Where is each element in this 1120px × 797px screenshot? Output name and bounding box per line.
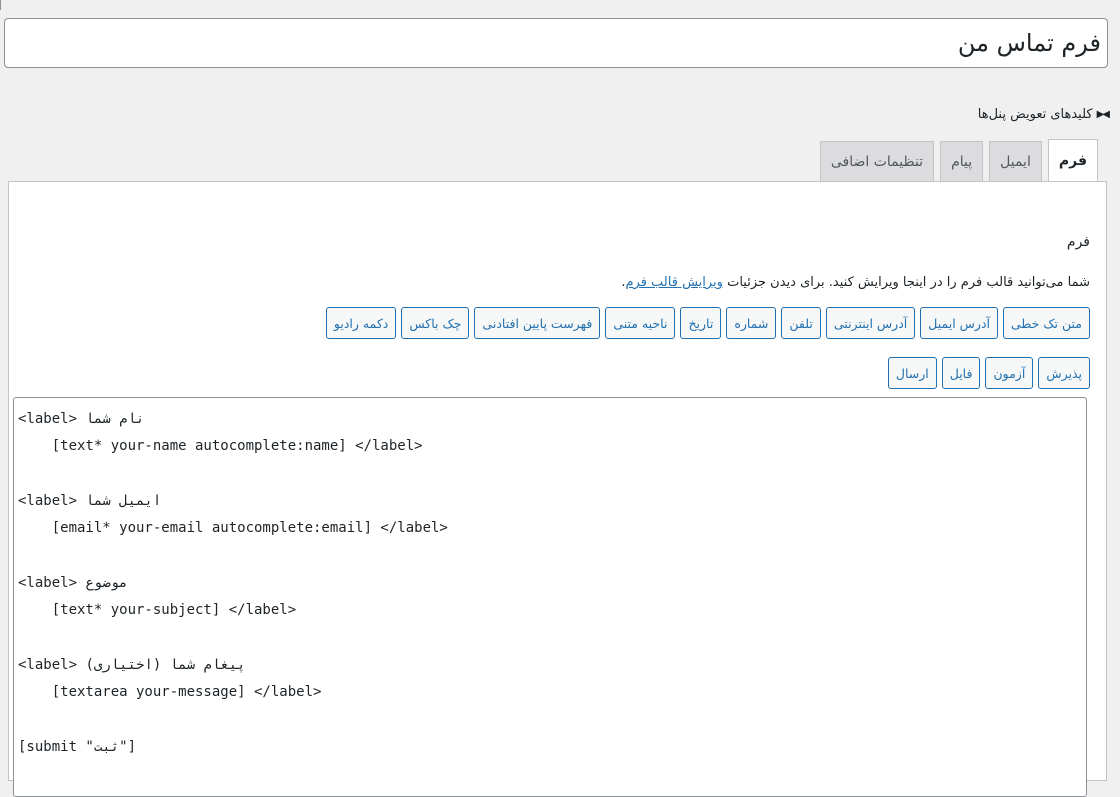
code-line: [textarea your-message] </label>	[18, 683, 322, 700]
form-title-field[interactable]	[4, 18, 1108, 68]
tab-mail[interactable]: ایمیل	[989, 141, 1042, 181]
tag-radio-button[interactable]: دکمه رادیو	[325, 307, 397, 339]
tag-email-button[interactable]: آدرس ایمیل	[920, 307, 998, 339]
tag-acceptance-button[interactable]: پذیرش	[1038, 357, 1090, 389]
form-template-editor[interactable]: <label> نام شما [text* your-name autocom…	[13, 397, 1087, 797]
tab-messages[interactable]: پیام	[940, 141, 984, 181]
form-panel: فرم شما می‌توانید قالب فرم را در اینجا و…	[8, 181, 1107, 797]
edit-form-template-link[interactable]: ویرایش قالب فرم	[625, 275, 722, 290]
tag-number-button[interactable]: شماره	[726, 307, 777, 339]
tag-file-button[interactable]: فایل	[941, 357, 981, 389]
tag-textarea-button[interactable]: ناحیه متنی	[605, 307, 676, 339]
form-title-input[interactable]	[11, 29, 1101, 57]
code-line: [email* your-email autocomplete:email] <…	[18, 520, 448, 537]
code-line: <label> موضوع	[18, 574, 128, 591]
tab-additional-settings[interactable]: تنظیمات اضافی	[819, 141, 935, 181]
top-strip	[0, 0, 1110, 10]
tag-url-button[interactable]: آدرس اینترنتی	[825, 307, 916, 339]
tag-dropdown-button[interactable]: فهرست پایین افتادنی	[474, 307, 601, 339]
left-right-arrows-icon: ◀▶	[1096, 109, 1110, 120]
tab-form[interactable]: فرم	[1047, 139, 1098, 181]
code-line: [text* your-subject] </label>	[18, 602, 297, 619]
panel-description: شما می‌توانید قالب فرم را در اینجا ویرای…	[621, 275, 1090, 290]
tag-tel-button[interactable]: تلفن	[781, 307, 821, 339]
code-line: [submit "ثبت"]	[18, 738, 137, 755]
panel-heading: فرم	[1066, 234, 1090, 250]
code-line: <label> پیغام شما (اختیاری)	[18, 656, 246, 673]
code-line: <label> ایمیل شما	[18, 492, 162, 509]
tag-checkbox-button[interactable]: چک باکس	[401, 307, 470, 339]
panel-description-text: شما می‌توانید قالب فرم را در اینجا ویرای…	[722, 275, 1090, 290]
tag-quiz-button[interactable]: آزمون	[985, 357, 1034, 389]
tag-generator-row-1: متن تک خطی آدرس ایمیل آدرس اینترنتی تلفن…	[325, 307, 1090, 339]
tag-submit-button[interactable]: ارسال	[887, 357, 937, 389]
panel-toggle-label: کلیدهای تعویض پنل‌ها	[977, 107, 1093, 122]
code-line: <label> نام شما	[18, 411, 145, 427]
panel-toggle-keys[interactable]: ◀▶ کلیدهای تعویض پنل‌ها	[977, 107, 1110, 122]
tag-generator-row-2: پذیرش آزمون فایل ارسال	[887, 357, 1090, 389]
tag-text-button[interactable]: متن تک خطی	[1003, 307, 1090, 339]
editor-tabs: فرم ایمیل پیام تنظیمات اضافی	[819, 139, 1098, 181]
tag-date-button[interactable]: تاریخ	[680, 307, 722, 339]
code-line: [text* your-name autocomplete:name] </la…	[18, 438, 423, 455]
